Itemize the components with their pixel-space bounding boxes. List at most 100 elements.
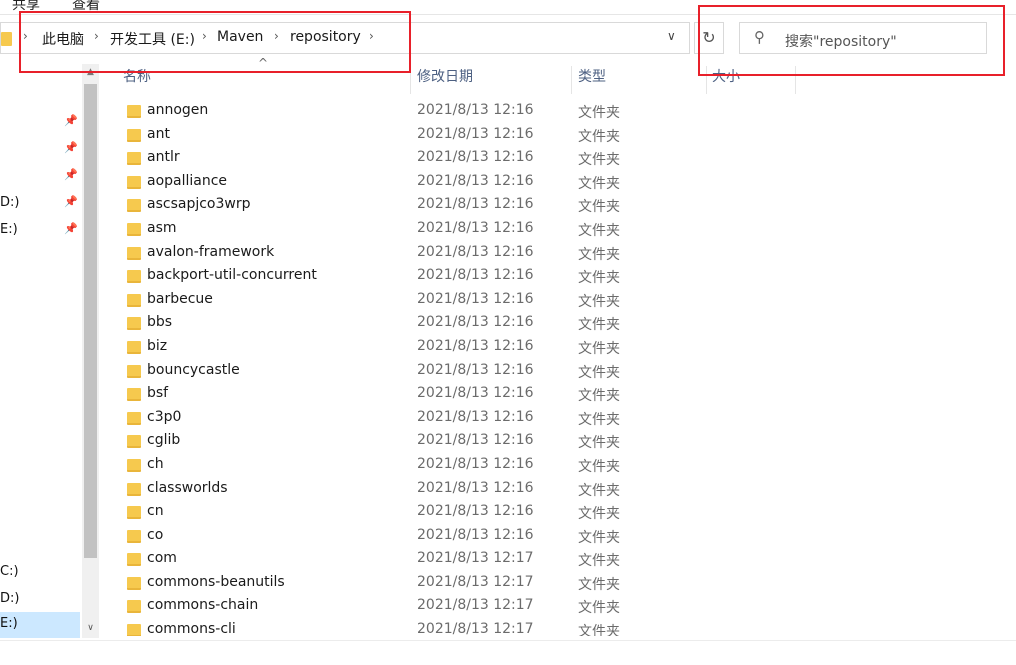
file-type: 文件夹 xyxy=(578,152,620,169)
file-row[interactable]: antlr 2021/8/13 12:16 文件夹 xyxy=(118,147,718,171)
file-row[interactable]: c3p0 2021/8/13 12:16 文件夹 xyxy=(118,407,718,431)
nav-item-drive-c[interactable]: C:) xyxy=(0,564,19,579)
file-name: commons-cli xyxy=(147,621,236,636)
highlight-box-search xyxy=(698,5,1005,76)
nav-item-drive-e[interactable]: E:) xyxy=(0,222,18,237)
nav-item-drive-d[interactable]: D:) xyxy=(0,195,19,210)
file-row[interactable]: bsf 2021/8/13 12:16 文件夹 xyxy=(118,383,718,407)
file-name: cglib xyxy=(147,432,181,449)
folder-icon xyxy=(127,435,141,449)
folder-icon xyxy=(127,506,141,520)
file-date: 2021/8/13 12:16 xyxy=(417,219,534,236)
folder-icon xyxy=(127,411,141,425)
file-name: ch xyxy=(147,455,164,472)
file-name: aopalliance xyxy=(147,172,228,189)
file-type: 文件夹 xyxy=(578,293,620,310)
folder-icon xyxy=(127,222,141,236)
file-name: backport-util-concurrent xyxy=(147,267,317,284)
column-header-date[interactable]: 修改日期 xyxy=(417,66,473,94)
folder-icon xyxy=(127,600,141,614)
folder-icon xyxy=(127,199,141,213)
column-header-type[interactable]: 类型 xyxy=(578,66,606,94)
file-date: 2021/8/13 12:16 xyxy=(417,243,534,260)
file-date: 2021/8/13 12:16 xyxy=(417,102,534,118)
scroll-down-icon[interactable]: ∨ xyxy=(82,620,99,636)
file-type: 文件夹 xyxy=(578,340,620,357)
nav-scrollbar-thumb[interactable] xyxy=(84,84,97,558)
file-name: com xyxy=(147,550,177,567)
file-row[interactable]: bouncycastle 2021/8/13 12:16 文件夹 xyxy=(118,360,718,384)
file-row[interactable]: ascsapjco3wrp 2021/8/13 12:16 文件夹 xyxy=(118,194,718,218)
file-row[interactable]: commons-chain 2021/8/13 12:17 文件夹 xyxy=(118,595,718,619)
file-row[interactable]: aopalliance 2021/8/13 12:16 文件夹 xyxy=(118,171,718,195)
file-row[interactable]: annogen 2021/8/13 12:16 文件夹 xyxy=(118,100,718,124)
file-name: co xyxy=(147,526,164,543)
file-row[interactable]: cn 2021/8/13 12:16 文件夹 xyxy=(118,501,718,525)
file-row[interactable]: bbs 2021/8/13 12:16 文件夹 xyxy=(118,312,718,336)
file-type: 文件夹 xyxy=(578,529,620,546)
file-type: 文件夹 xyxy=(578,199,620,216)
file-type: 文件夹 xyxy=(578,128,620,145)
file-date: 2021/8/13 12:16 xyxy=(417,196,534,213)
pin-icon[interactable]: 📌 xyxy=(64,168,78,181)
file-row[interactable]: cglib 2021/8/13 12:16 文件夹 xyxy=(118,430,718,454)
pin-icon[interactable]: 📌 xyxy=(64,141,78,154)
file-row[interactable]: backport-util-concurrent 2021/8/13 12:16 文… xyxy=(118,265,718,289)
file-type: 文件夹 xyxy=(578,576,620,593)
file-name: biz xyxy=(147,337,168,354)
file-name: barbecue xyxy=(147,290,213,307)
file-type: 文件夹 xyxy=(578,364,620,381)
file-type: 文件夹 xyxy=(578,175,620,192)
file-type: 文件夹 xyxy=(578,624,620,636)
file-type: 文件夹 xyxy=(578,105,620,121)
folder-icon xyxy=(127,553,141,567)
file-row[interactable]: commons-beanutils 2021/8/13 12:17 文件夹 xyxy=(118,572,718,596)
column-divider[interactable] xyxy=(571,66,572,94)
file-row[interactable]: avalon-framework 2021/8/13 12:16 文件夹 xyxy=(118,242,718,266)
file-row[interactable]: barbecue 2021/8/13 12:16 文件夹 xyxy=(118,289,718,313)
folder-icon xyxy=(127,293,141,307)
file-row[interactable]: asm 2021/8/13 12:16 文件夹 xyxy=(118,218,718,242)
file-date: 2021/8/13 12:17 xyxy=(417,597,534,614)
folder-icon xyxy=(127,576,141,590)
file-type: 文件夹 xyxy=(578,506,620,523)
file-row[interactable]: ch 2021/8/13 12:16 文件夹 xyxy=(118,454,718,478)
file-date: 2021/8/13 12:16 xyxy=(417,290,534,307)
file-row[interactable]: classworlds 2021/8/13 12:16 文件夹 xyxy=(118,478,718,502)
file-name: commons-beanutils xyxy=(147,573,285,590)
folder-icon xyxy=(127,317,141,331)
file-name: commons-chain xyxy=(147,597,259,614)
pin-icon[interactable]: 📌 xyxy=(64,114,78,127)
file-row[interactable]: ant 2021/8/13 12:16 文件夹 xyxy=(118,124,718,148)
file-list: annogen 2021/8/13 12:16 文件夹 ant 2021/8/13 12… xyxy=(118,100,718,636)
folder-icon xyxy=(127,175,141,189)
pin-icon[interactable]: 📌 xyxy=(64,222,78,235)
file-date: 2021/8/13 12:17 xyxy=(417,573,534,590)
file-date: 2021/8/13 12:16 xyxy=(417,455,534,472)
folder-icon xyxy=(127,529,141,543)
file-name: ascsapjco3wrp xyxy=(147,196,251,213)
file-row[interactable]: com 2021/8/13 12:17 文件夹 xyxy=(118,548,718,572)
folder-icon xyxy=(127,105,141,118)
chevron-down-icon[interactable]: ∨ xyxy=(667,29,676,43)
pin-icon[interactable]: 📌 xyxy=(64,195,78,208)
file-row[interactable]: commons-cli 2021/8/13 12:17 文件夹 xyxy=(118,619,718,636)
folder-icon xyxy=(127,388,141,402)
file-date: 2021/8/13 12:16 xyxy=(417,337,534,354)
status-bar xyxy=(0,640,1016,665)
file-name: avalon-framework xyxy=(147,243,275,260)
file-date: 2021/8/13 12:16 xyxy=(417,314,534,331)
file-row[interactable]: co 2021/8/13 12:16 文件夹 xyxy=(118,525,718,549)
folder-icon xyxy=(127,152,141,166)
folder-icon xyxy=(127,128,141,142)
file-type: 文件夹 xyxy=(578,411,620,428)
file-date: 2021/8/13 12:16 xyxy=(417,479,534,496)
file-date: 2021/8/13 12:16 xyxy=(417,125,534,142)
file-date: 2021/8/13 12:16 xyxy=(417,149,534,166)
file-name: bsf xyxy=(147,385,169,402)
file-name: bouncycastle xyxy=(147,361,240,378)
file-row[interactable]: biz 2021/8/13 12:16 文件夹 xyxy=(118,336,718,360)
file-date: 2021/8/13 12:16 xyxy=(417,361,534,378)
nav-item-drive-e-selected[interactable]: E:) xyxy=(0,612,80,638)
nav-item-drive-d[interactable]: D:) xyxy=(0,591,19,606)
